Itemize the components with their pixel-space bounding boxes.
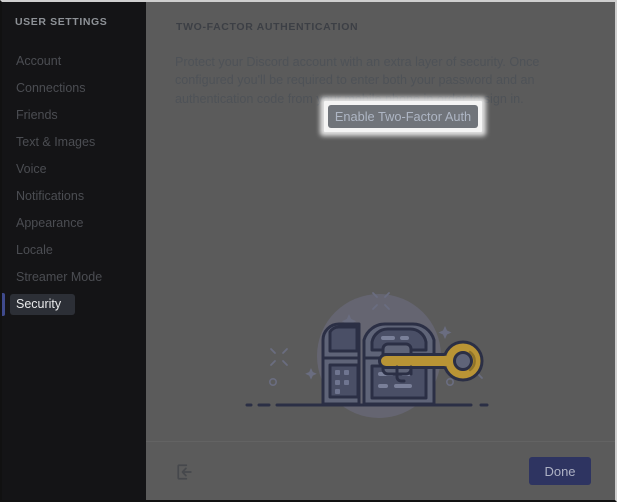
sidebar-item-label: Security (16, 297, 62, 311)
logout-icon[interactable] (176, 463, 194, 481)
sidebar-item-label: Locale (16, 243, 53, 257)
sidebar-item-locale[interactable]: Locale (10, 240, 76, 261)
done-button[interactable]: Done (529, 457, 591, 485)
sidebar-item-label: Streamer Mode (16, 270, 103, 284)
sidebar-item-label: Connections (16, 81, 86, 95)
sidebar-item-label: Notifications (16, 189, 85, 203)
sidebar-item-friends[interactable]: Friends (10, 105, 76, 126)
settings-footer: Done (146, 441, 615, 500)
sidebar-item-voice[interactable]: Voice (10, 159, 76, 180)
sidebar-item-streamer-mode[interactable]: Streamer Mode (10, 267, 102, 288)
settings-sidebar: USER SETTINGS Account Connections Friends T… (2, 2, 146, 500)
user-settings-window: USER SETTINGS Account Connections Friends T… (0, 0, 617, 502)
sidebar-item-account[interactable]: Account (10, 51, 76, 72)
sidebar-active-accent-bar (2, 293, 5, 316)
sidebar-title: USER SETTINGS (15, 16, 108, 28)
sidebar-item-label: Appearance (16, 216, 84, 230)
sidebar-item-connections[interactable]: Connections (10, 78, 86, 99)
enable-two-factor-highlight: Enable Two-Factor Auth (324, 101, 482, 132)
section-heading: TWO-FACTOR AUTHENTICATION (176, 21, 359, 33)
settings-content: TWO-FACTOR AUTHENTICATION Protect your D… (146, 2, 615, 442)
sidebar-item-label: Friends (16, 108, 58, 122)
sidebar-item-text-images[interactable]: Text & Images (10, 132, 95, 153)
sidebar-item-notifications[interactable]: Notifications (10, 186, 84, 207)
treasure-chest-with-key-illustration (245, 292, 488, 418)
sidebar-item-label: Text & Images (16, 135, 96, 149)
sidebar-item-label: Account (16, 54, 62, 68)
section-description: Protect your Discord account with an ext… (175, 54, 540, 106)
sidebar-item-label: Voice (16, 162, 47, 176)
sidebar-item-security[interactable]: Security (2, 293, 75, 316)
sidebar-item-appearance[interactable]: Appearance (10, 213, 83, 234)
enable-two-factor-auth-button[interactable]: Enable Two-Factor Auth (328, 105, 478, 128)
settings-main-panel: TWO-FACTOR AUTHENTICATION Protect your D… (146, 2, 615, 500)
